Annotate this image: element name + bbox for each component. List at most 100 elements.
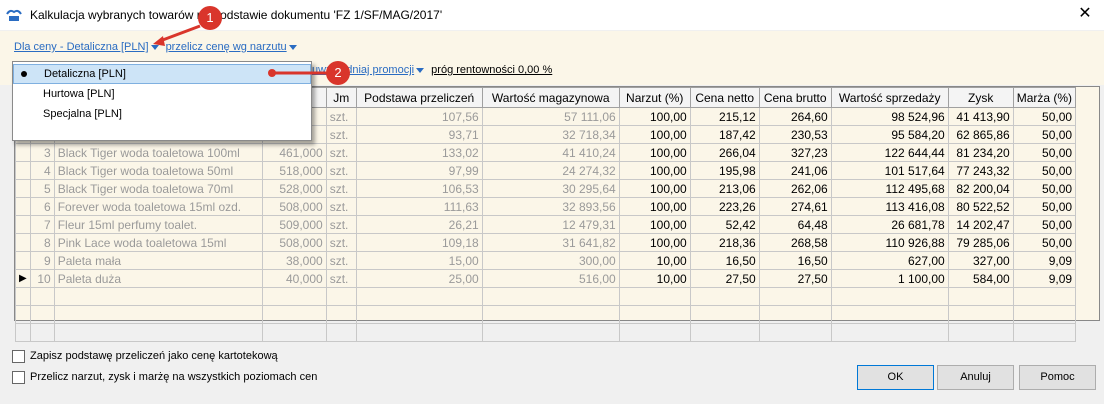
cell-base[interactable]: 97,99 xyxy=(355,161,483,180)
recalc-link[interactable]: przelicz cenę wg narzutu xyxy=(166,41,287,53)
cell-brutto[interactable]: 64,48 xyxy=(758,215,832,234)
table-row[interactable]: 5 Black Tiger woda toaletowa 70ml 528,000 s… xyxy=(15,179,1077,198)
cell-lp[interactable]: 10 xyxy=(29,269,55,288)
cell-lp[interactable]: 8 xyxy=(29,233,55,252)
cell-mag[interactable]: 32 893,56 xyxy=(481,197,620,216)
cell-name[interactable]: Pink Lace woda toaletowa 15ml xyxy=(53,233,263,252)
cell-mag[interactable]: 12 479,31 xyxy=(481,215,620,234)
cell-mag[interactable]: 24 274,32 xyxy=(481,161,620,180)
cell-netto[interactable]: 266,04 xyxy=(689,143,760,162)
table-row[interactable]: 4 Black Tiger woda toaletowa 50ml 518,000 s… xyxy=(15,161,1077,180)
cell-qty[interactable]: 40,000 xyxy=(261,269,327,288)
cell-base[interactable]: 107,56 xyxy=(355,107,483,126)
cell-brutto[interactable]: 241,06 xyxy=(758,161,832,180)
cell-mag[interactable]: 32 718,34 xyxy=(481,125,620,144)
cell-sprz[interactable]: 95 584,20 xyxy=(830,125,949,144)
cell-marza[interactable]: 50,00 xyxy=(1012,179,1077,198)
cell-brutto[interactable]: 274,61 xyxy=(758,197,832,216)
cell-base[interactable]: 93,71 xyxy=(355,125,483,144)
cell-qty[interactable]: 38,000 xyxy=(261,251,327,270)
cell-base[interactable]: 109,18 xyxy=(355,233,483,252)
cell-mag[interactable]: 31 641,82 xyxy=(481,233,620,252)
cell-brutto[interactable]: 268,58 xyxy=(758,233,832,252)
cell-brutto[interactable]: 230,53 xyxy=(758,125,832,144)
cell-base[interactable]: 15,00 xyxy=(355,251,483,270)
close-icon[interactable]: ✕ xyxy=(1070,2,1100,26)
cell-qty[interactable]: 508,000 xyxy=(261,233,327,252)
cell-zysk[interactable]: 80 522,52 xyxy=(947,197,1014,216)
cell-name[interactable]: Black Tiger woda toaletowa 50ml xyxy=(53,161,263,180)
cell-qty[interactable]: 518,000 xyxy=(261,161,327,180)
cell-narzut[interactable]: 100,00 xyxy=(618,161,691,180)
column-header[interactable]: Zysk xyxy=(947,87,1014,108)
cell-qty[interactable]: 461,000 xyxy=(261,143,327,162)
cell-jm[interactable]: szt. xyxy=(325,161,357,180)
cell-narzut[interactable]: 100,00 xyxy=(618,233,691,252)
column-header[interactable]: Podstawa przeliczeń xyxy=(355,87,483,108)
cell-netto[interactable]: 27,50 xyxy=(689,269,760,288)
cell-brutto[interactable]: 262,06 xyxy=(758,179,832,198)
cell-marza[interactable]: 50,00 xyxy=(1012,233,1077,252)
cell-netto[interactable]: 215,12 xyxy=(689,107,760,126)
cancel-button[interactable]: Anuluj xyxy=(937,365,1014,390)
cell-zysk[interactable]: 14 202,47 xyxy=(947,215,1014,234)
cell-marza[interactable]: 50,00 xyxy=(1012,125,1077,144)
cell-sprz[interactable]: 98 524,96 xyxy=(830,107,949,126)
cell-sprz[interactable]: 122 644,44 xyxy=(830,143,949,162)
cell-mag[interactable]: 300,00 xyxy=(481,251,620,270)
cell-sprz[interactable]: 1 100,00 xyxy=(830,269,949,288)
cell-marza[interactable]: 9,09 xyxy=(1012,251,1077,270)
cell-zysk[interactable]: 81 234,20 xyxy=(947,143,1014,162)
table-row[interactable]: 8 Pink Lace woda toaletowa 15ml 508,000 szt… xyxy=(15,233,1077,252)
cell-base[interactable]: 26,21 xyxy=(355,215,483,234)
cell-sprz[interactable]: 26 681,78 xyxy=(830,215,949,234)
cell-marza[interactable]: 50,00 xyxy=(1012,143,1077,162)
cell-mag[interactable]: 516,00 xyxy=(481,269,620,288)
cell-lp[interactable]: 4 xyxy=(29,161,55,180)
cell-lp[interactable]: 6 xyxy=(29,197,55,216)
cell-zysk[interactable]: 82 200,04 xyxy=(947,179,1014,198)
cell-name[interactable]: Fleur 15ml perfumy toalet. xyxy=(53,215,263,234)
cell-zysk[interactable]: 41 413,90 xyxy=(947,107,1014,126)
cell-base[interactable]: 133,02 xyxy=(355,143,483,162)
cell-base[interactable]: 106,53 xyxy=(355,179,483,198)
cell-lp[interactable]: 7 xyxy=(29,215,55,234)
dropdown-item-detaliczna[interactable]: Detaliczna [PLN] xyxy=(13,64,311,84)
cell-base[interactable]: 111,63 xyxy=(355,197,483,216)
cell-netto[interactable]: 223,26 xyxy=(689,197,760,216)
cell-jm[interactable]: szt. xyxy=(325,269,357,288)
cell-name[interactable]: Paleta mała xyxy=(53,251,263,270)
column-header[interactable]: Wartość sprzedaży xyxy=(830,87,949,108)
cell-qty[interactable]: 508,000 xyxy=(261,197,327,216)
column-header[interactable]: Wartość magazynowa xyxy=(481,87,620,108)
cell-narzut[interactable]: 10,00 xyxy=(618,269,691,288)
cell-sprz[interactable]: 113 416,08 xyxy=(830,197,949,216)
cell-zysk[interactable]: 584,00 xyxy=(947,269,1014,288)
cell-narzut[interactable]: 100,00 xyxy=(618,125,691,144)
cell-name[interactable]: Black Tiger woda toaletowa 100ml xyxy=(53,143,263,162)
cell-base[interactable]: 25,00 xyxy=(355,269,483,288)
cell-jm[interactable]: szt. xyxy=(325,125,357,144)
cell-brutto[interactable]: 264,60 xyxy=(758,107,832,126)
cell-sprz[interactable]: 110 926,88 xyxy=(830,233,949,252)
cell-jm[interactable]: szt. xyxy=(325,197,357,216)
cell-zysk[interactable]: 77 243,32 xyxy=(947,161,1014,180)
table-row[interactable]: 3 Black Tiger woda toaletowa 100ml 461,000… xyxy=(15,143,1077,162)
cell-jm[interactable]: szt. xyxy=(325,179,357,198)
cell-name[interactable]: Paleta duża xyxy=(53,269,263,288)
cell-marza[interactable]: 50,00 xyxy=(1012,197,1077,216)
table-row[interactable]: 7 Fleur 15ml perfumy toalet. 509,000 szt. 26… xyxy=(15,215,1077,234)
cell-narzut[interactable]: 100,00 xyxy=(618,197,691,216)
cell-mag[interactable]: 41 410,24 xyxy=(481,143,620,162)
help-button[interactable]: Pomoc xyxy=(1019,365,1096,390)
threshold-link[interactable]: próg rentowności 0,00 % xyxy=(431,64,552,76)
cell-jm[interactable]: szt. xyxy=(325,251,357,270)
cell-netto[interactable]: 218,36 xyxy=(689,233,760,252)
cell-sprz[interactable]: 112 495,68 xyxy=(830,179,949,198)
cell-narzut[interactable]: 10,00 xyxy=(618,251,691,270)
column-header[interactable]: Marża (%) xyxy=(1012,87,1077,108)
cell-zysk[interactable]: 79 285,06 xyxy=(947,233,1014,252)
cell-lp[interactable]: 5 xyxy=(29,179,55,198)
cell-netto[interactable]: 187,42 xyxy=(689,125,760,144)
table-row[interactable]: 6 Forever woda toaletowa 15ml ozd. 508,000… xyxy=(15,197,1077,216)
